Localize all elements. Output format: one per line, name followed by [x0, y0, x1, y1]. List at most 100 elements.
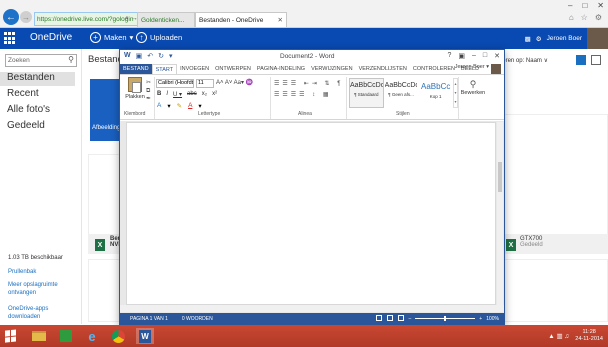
folder-icon [32, 331, 46, 341]
bold-button[interactable]: B [157, 91, 161, 98]
search-input[interactable]: Zoeken ⚲ [5, 54, 77, 67]
taskbar-internet-explorer[interactable]: e [83, 328, 101, 344]
sidebar-item-shared[interactable]: Gedeeld [7, 120, 45, 131]
web-layout-icon[interactable] [398, 315, 404, 321]
file-tile[interactable] [503, 114, 608, 254]
maximize-button[interactable]: □ [483, 52, 487, 60]
search-icon[interactable]: ⚲ [68, 55, 74, 64]
create-button[interactable]: + Maken ▾ [90, 32, 133, 43]
back-button[interactable]: ← [3, 9, 19, 25]
style-normal[interactable]: AaBbCcDc ¶ Standaard [349, 78, 384, 108]
quick-access-toolbar: W ▣ ↶ ↻ ▾ [124, 52, 173, 60]
word-app-icon[interactable]: W [124, 52, 131, 60]
sidebar-item-files[interactable]: Bestanden [0, 72, 75, 86]
taskbar-file-explorer[interactable] [30, 328, 48, 344]
close-button[interactable]: ✕ [494, 52, 500, 60]
clock[interactable]: 11:28 24-11-2014 [575, 329, 603, 343]
start-button[interactable] [2, 328, 20, 344]
text-effects-button[interactable]: A [157, 102, 161, 110]
favorites-icon[interactable]: ☆ [581, 13, 588, 22]
paragraph-tools[interactable]: ☰☰☰ ⇤⇥ ⇅ ¶ ☰☰☰☰ ↕ ▦ [274, 79, 344, 101]
tab-onedrive[interactable]: Bestanden - OneDrive ✕ [195, 12, 287, 27]
gear-icon[interactable]: ⚙ [536, 35, 542, 43]
chevron-down-icon[interactable]: ▾ [198, 102, 201, 110]
font-size-select[interactable]: 11 [196, 79, 214, 88]
tab-review[interactable]: CONTROLEREN [410, 64, 458, 74]
italic-button[interactable]: I [166, 91, 168, 98]
word-user-name[interactable]: Jeroen Boer ▾ [455, 64, 489, 70]
download-apps-link[interactable]: OneDrive-apps downloaden [8, 305, 78, 321]
close-button[interactable]: ✕ [597, 1, 604, 10]
home-icon[interactable]: ⌂ [569, 13, 574, 22]
taskbar-chrome[interactable] [109, 328, 127, 344]
tab-references[interactable]: VERWIJZINGEN [308, 64, 355, 74]
sidebar-item-recent[interactable]: Recent [7, 88, 39, 99]
grid-view-icon[interactable] [576, 55, 586, 65]
chat-icon[interactable]: ▩ [525, 35, 531, 43]
tab-design[interactable]: ONTWERPEN [212, 64, 254, 74]
recycle-bin-link[interactable]: Prullenbak [8, 268, 36, 276]
tab-mailings[interactable]: VERZENDLIJSTEN [356, 64, 410, 74]
horizontal-scrollbar[interactable] [120, 305, 504, 312]
forward-button[interactable]: → [20, 11, 32, 23]
paste-button[interactable]: Plakken [124, 77, 146, 105]
clipboard-tools[interactable]: ✂ ⧉ ✒ [146, 79, 151, 103]
taskbar-store[interactable] [57, 328, 75, 344]
editing-button[interactable]: ⚲ Bewerken [460, 79, 486, 96]
group-label-clipboard: Klembord [124, 111, 146, 117]
user-name[interactable]: Jeroen Boer [547, 35, 582, 42]
file-tile-caption[interactable]: X GTX700 Gedeeld [503, 234, 608, 254]
font-size-tools[interactable]: A˄ A˅ Aa▾ ♒ [216, 79, 253, 86]
app-title[interactable]: OneDrive [30, 32, 72, 43]
tab-file[interactable]: BESTAND [120, 64, 152, 74]
subscript-button[interactable]: x₂ [202, 91, 207, 98]
close-tab-icon[interactable]: ✕ [278, 16, 283, 24]
save-icon[interactable]: ▣ [136, 52, 143, 60]
tray-icons[interactable]: ▲ ▥ ♫ [548, 332, 569, 340]
taskbar-word[interactable]: W [136, 328, 154, 344]
page-count[interactable]: PAGINA 1 VAN 1 [130, 316, 168, 322]
sidebar-item-photos[interactable]: Alle foto's [7, 104, 50, 115]
zoom-slider[interactable] [415, 316, 476, 321]
zoom-in-icon[interactable]: + [479, 316, 482, 322]
minimize-button[interactable]: – [472, 52, 476, 60]
avatar[interactable] [491, 64, 501, 74]
scrollbar-thumb[interactable] [498, 162, 502, 192]
word-count[interactable]: 0 WOORDEN [182, 316, 213, 322]
strikethrough-button[interactable]: abc [187, 91, 197, 98]
ribbon-display-options-button[interactable]: ▣ [458, 52, 465, 60]
settings-icon[interactable]: ⚙ [595, 13, 602, 22]
app-launcher-icon[interactable] [4, 32, 17, 45]
font-name-select[interactable]: Calibri (Hoofdt [156, 79, 194, 88]
upload-button[interactable]: ↑ Uploaden [136, 32, 182, 43]
vertical-scrollbar[interactable] [497, 122, 503, 305]
customize-qat-icon[interactable]: ▾ [169, 52, 173, 60]
file-tile[interactable] [503, 259, 608, 322]
tab-layout[interactable]: PAGINA-INDELING [254, 64, 308, 74]
help-button[interactable]: ? [447, 52, 451, 60]
read-mode-icon[interactable] [376, 315, 382, 321]
more-storage-link[interactable]: Meer opslagruimte ontvangen [8, 281, 78, 297]
chevron-down-icon[interactable]: ▾ [167, 102, 170, 110]
tab-goldenticken[interactable]: Goldenticken... [137, 12, 195, 27]
font-color-button[interactable]: A [188, 102, 192, 110]
superscript-button[interactable]: x² [212, 91, 217, 98]
style-heading-1[interactable]: AaBbCc Kop 1 [418, 78, 453, 108]
redo-icon[interactable]: ↻ [158, 52, 164, 60]
zoom-out-icon[interactable]: – [409, 316, 412, 322]
details-pane-icon[interactable] [591, 55, 601, 65]
zoom-slider-handle[interactable] [444, 316, 447, 321]
maximize-button[interactable]: □ [582, 1, 587, 10]
underline-button[interactable]: U ▾ [173, 91, 182, 98]
browser-tools: ⌂ ☆ ⚙ [569, 13, 602, 22]
tab-insert[interactable]: INVOEGEN [177, 64, 212, 74]
zoom-level[interactable]: 100% [486, 316, 499, 322]
minimize-button[interactable]: – [568, 1, 572, 10]
avatar[interactable] [587, 28, 608, 49]
print-layout-icon[interactable] [387, 315, 393, 321]
undo-icon[interactable]: ↶ [147, 52, 153, 60]
document-page[interactable] [126, 122, 496, 305]
highlight-button[interactable]: ✎ [177, 102, 182, 110]
tab-home[interactable]: START [151, 64, 178, 74]
style-no-spacing[interactable]: AaBbCcDc ¶ Geen afs... [384, 78, 419, 108]
